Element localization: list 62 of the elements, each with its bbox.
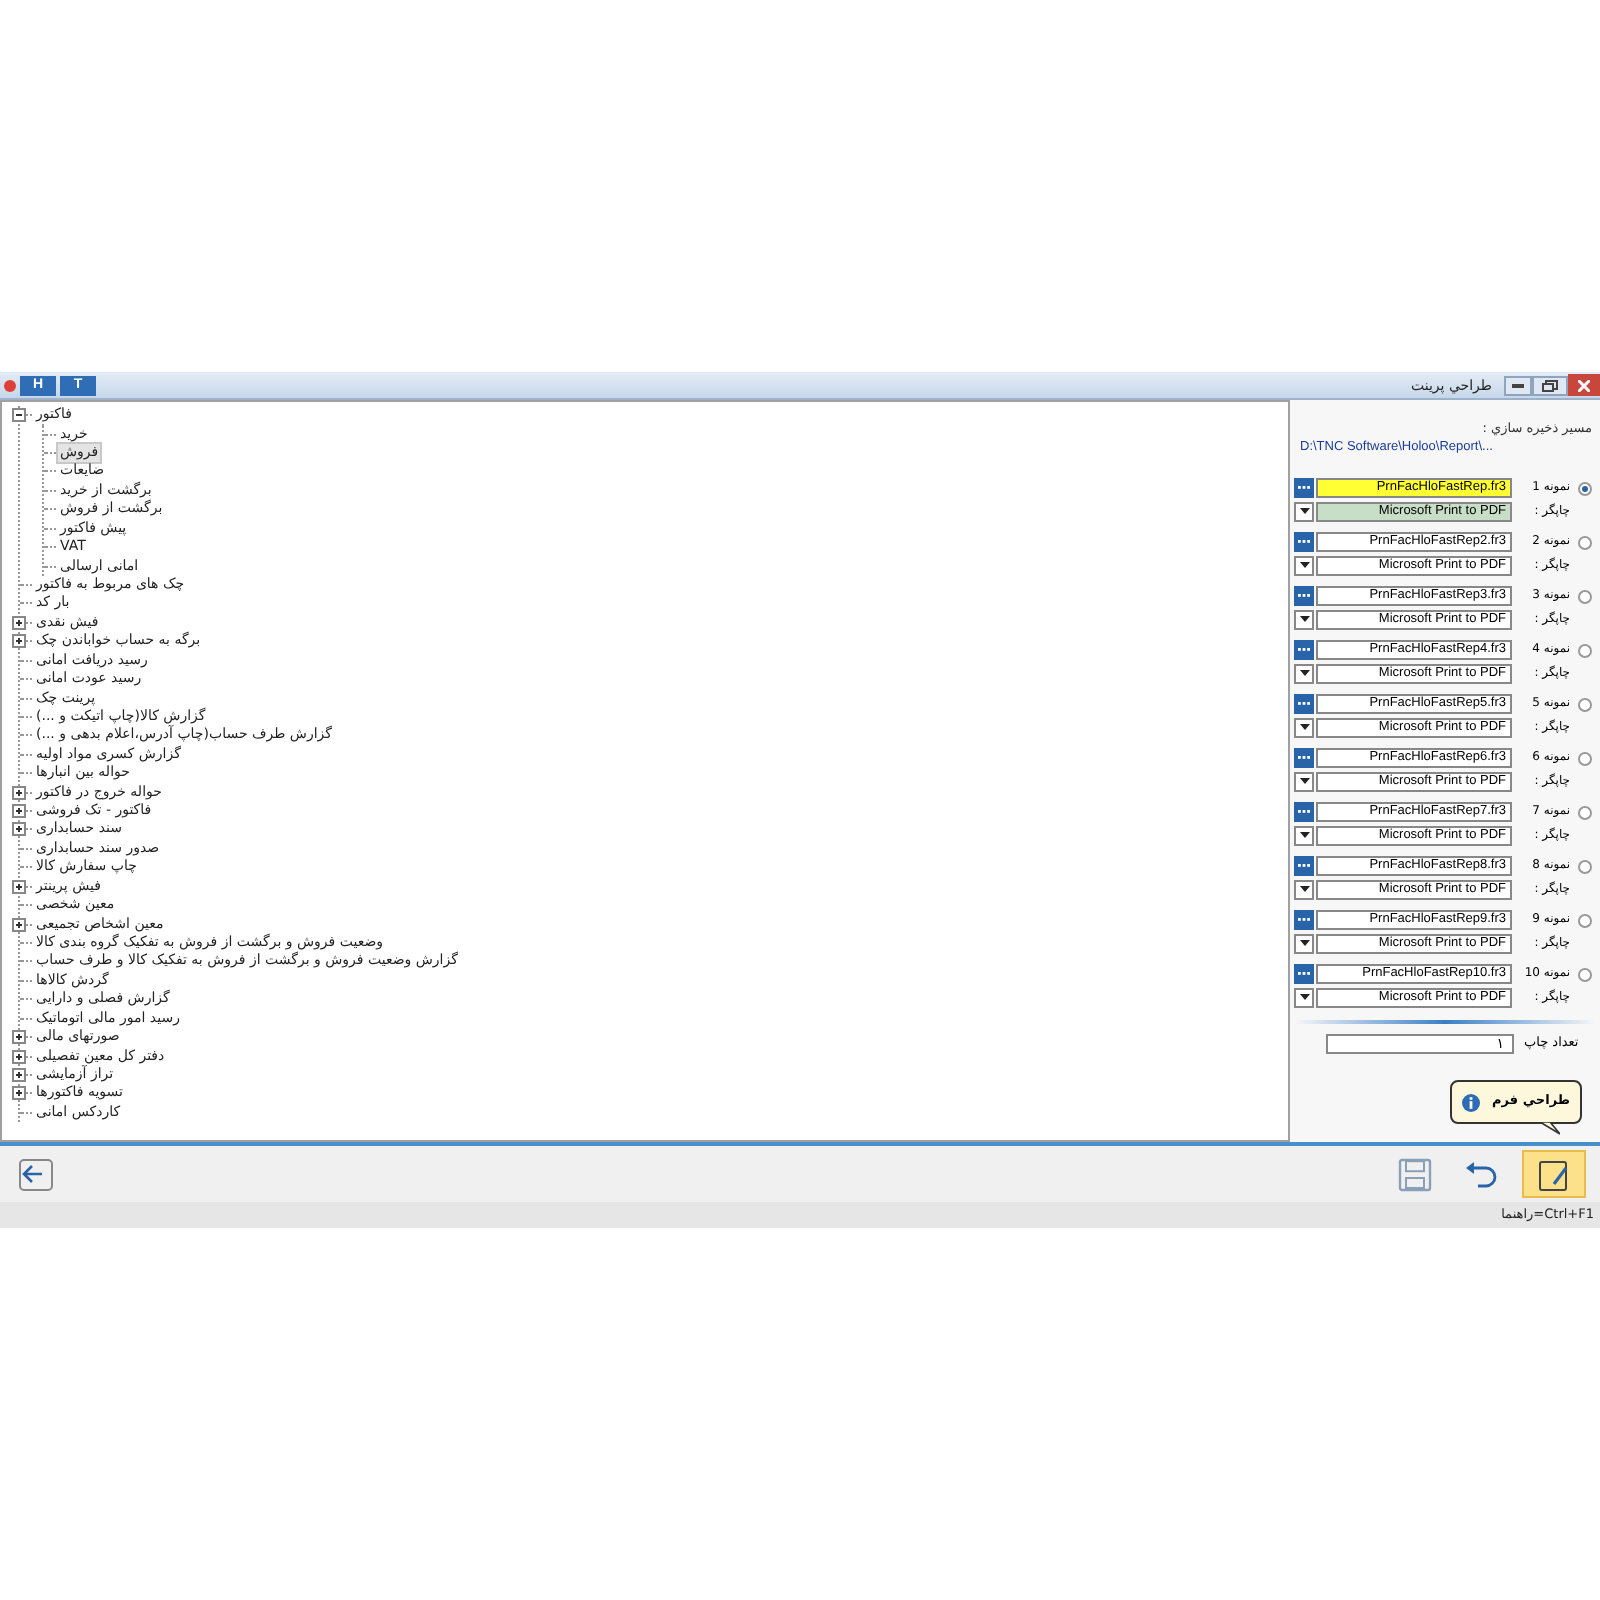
maximize-button[interactable]: [1532, 375, 1568, 395]
caret-icon: [1299, 994, 1309, 1000]
radio-button[interactable]: [1577, 751, 1591, 765]
dropdown-button[interactable]: [1294, 771, 1314, 791]
radio-button[interactable]: [1577, 643, 1591, 657]
browse-button[interactable]: [1294, 802, 1314, 822]
expand-icon[interactable]: [12, 1067, 26, 1082]
dropdown-button[interactable]: [1294, 609, 1314, 629]
restore-icon: [1542, 379, 1558, 391]
collapse-icon[interactable]: [12, 408, 26, 423]
dropdown-button[interactable]: [1294, 555, 1314, 575]
caret-icon: [1299, 562, 1309, 568]
info-icon: [1462, 1093, 1480, 1111]
caret-icon: [1299, 724, 1309, 730]
browse-button[interactable]: [1294, 532, 1314, 552]
expand-icon[interactable]: [12, 917, 26, 932]
radio-button[interactable]: [1577, 967, 1591, 981]
close-button[interactable]: [1568, 374, 1600, 396]
expand-icon[interactable]: [12, 1030, 26, 1045]
dropdown-button[interactable]: [1294, 501, 1314, 521]
radio-button[interactable]: [1577, 697, 1591, 711]
minimize-icon: [1512, 383, 1524, 387]
browse-button[interactable]: [1294, 910, 1314, 930]
caret-icon: [1299, 616, 1309, 622]
dropdown-button[interactable]: [1294, 987, 1314, 1007]
expand-icon[interactable]: [12, 615, 26, 630]
radio-button[interactable]: [1577, 805, 1591, 819]
caret-icon: [1299, 940, 1309, 946]
expand-icon[interactable]: [12, 1049, 26, 1064]
expand-icon[interactable]: [12, 804, 26, 819]
app-icon: [4, 379, 16, 391]
expand-icon[interactable]: [12, 634, 26, 649]
expand-icon[interactable]: [12, 879, 26, 894]
radio-button[interactable]: [1577, 913, 1591, 927]
radio-button[interactable]: [1577, 859, 1591, 873]
radio-button[interactable]: [1577, 589, 1591, 603]
browse-button[interactable]: [1294, 586, 1314, 606]
expand-icon[interactable]: [12, 822, 26, 837]
caret-icon: [1299, 832, 1309, 838]
browse-button[interactable]: [1294, 856, 1314, 876]
caret-icon: [1299, 670, 1309, 676]
caret-icon: [1299, 886, 1309, 892]
design-button[interactable]: [1522, 1150, 1586, 1198]
dropdown-button[interactable]: [1294, 663, 1314, 683]
dropdown-button[interactable]: [1294, 933, 1314, 953]
browse-button[interactable]: [1294, 748, 1314, 768]
browse-button[interactable]: [1294, 964, 1314, 984]
save-icon: [1396, 1155, 1436, 1193]
dropdown-button[interactable]: [1294, 825, 1314, 845]
browse-button[interactable]: [1294, 640, 1314, 660]
close-icon: [1578, 379, 1590, 391]
browse-button[interactable]: [1294, 694, 1314, 714]
radio-button[interactable]: [1577, 535, 1591, 549]
browse-button[interactable]: [1294, 478, 1314, 498]
caret-icon: [1299, 778, 1309, 784]
caret-icon: [1299, 508, 1309, 514]
radio-button[interactable]: [1577, 481, 1591, 495]
expand-icon[interactable]: [12, 1086, 26, 1101]
minimize-button[interactable]: [1504, 375, 1532, 395]
dropdown-button[interactable]: [1294, 717, 1314, 737]
dropdown-button[interactable]: [1294, 879, 1314, 899]
expand-icon[interactable]: [12, 785, 26, 800]
